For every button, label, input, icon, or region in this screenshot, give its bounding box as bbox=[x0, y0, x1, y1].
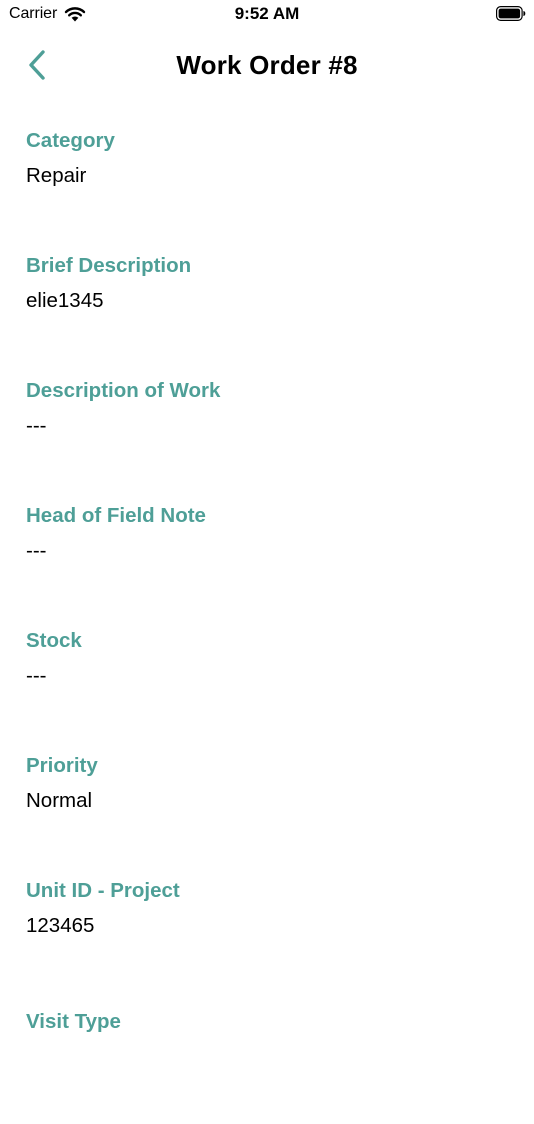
field-priority: Priority Normal bbox=[26, 754, 508, 868]
field-unit-id-project: Unit ID - Project 123465 bbox=[26, 879, 508, 993]
work-order-details: Category Repair Brief Description elie13… bbox=[26, 118, 508, 1124]
field-label: Category bbox=[26, 129, 115, 152]
field-value: Normal bbox=[26, 789, 93, 812]
field-value: 123465 bbox=[26, 914, 95, 937]
battery-icon bbox=[496, 6, 526, 21]
field-label: Description of Work bbox=[26, 379, 221, 402]
field-value: --- bbox=[26, 414, 47, 437]
field-visit-type: Visit Type bbox=[26, 1010, 508, 1124]
field-value: Repair bbox=[26, 164, 87, 187]
field-stock: Stock --- bbox=[26, 629, 508, 743]
status-time: 9:52 AM bbox=[234, 4, 300, 23]
status-bar: Carrier 9:52 AM bbox=[0, 0, 534, 30]
field-label: Stock bbox=[26, 629, 82, 652]
field-label: Head of Field Note bbox=[26, 504, 206, 527]
page-title: Work Order #8 bbox=[176, 50, 358, 80]
field-brief-description: Brief Description elie1345 bbox=[26, 254, 508, 368]
field-label: Visit Type bbox=[26, 1010, 121, 1033]
field-label: Unit ID - Project bbox=[26, 879, 180, 902]
field-label: Brief Description bbox=[26, 254, 192, 277]
field-value: elie1345 bbox=[26, 289, 104, 312]
field-label: Priority bbox=[26, 754, 98, 777]
field-value: --- bbox=[26, 539, 47, 562]
field-description-of-work: Description of Work --- bbox=[26, 379, 508, 493]
navigation-bar: Work Order #8 bbox=[0, 38, 534, 92]
field-category: Category Repair bbox=[26, 129, 508, 243]
field-value: --- bbox=[26, 664, 47, 687]
field-head-of-field-note: Head of Field Note --- bbox=[26, 504, 508, 618]
